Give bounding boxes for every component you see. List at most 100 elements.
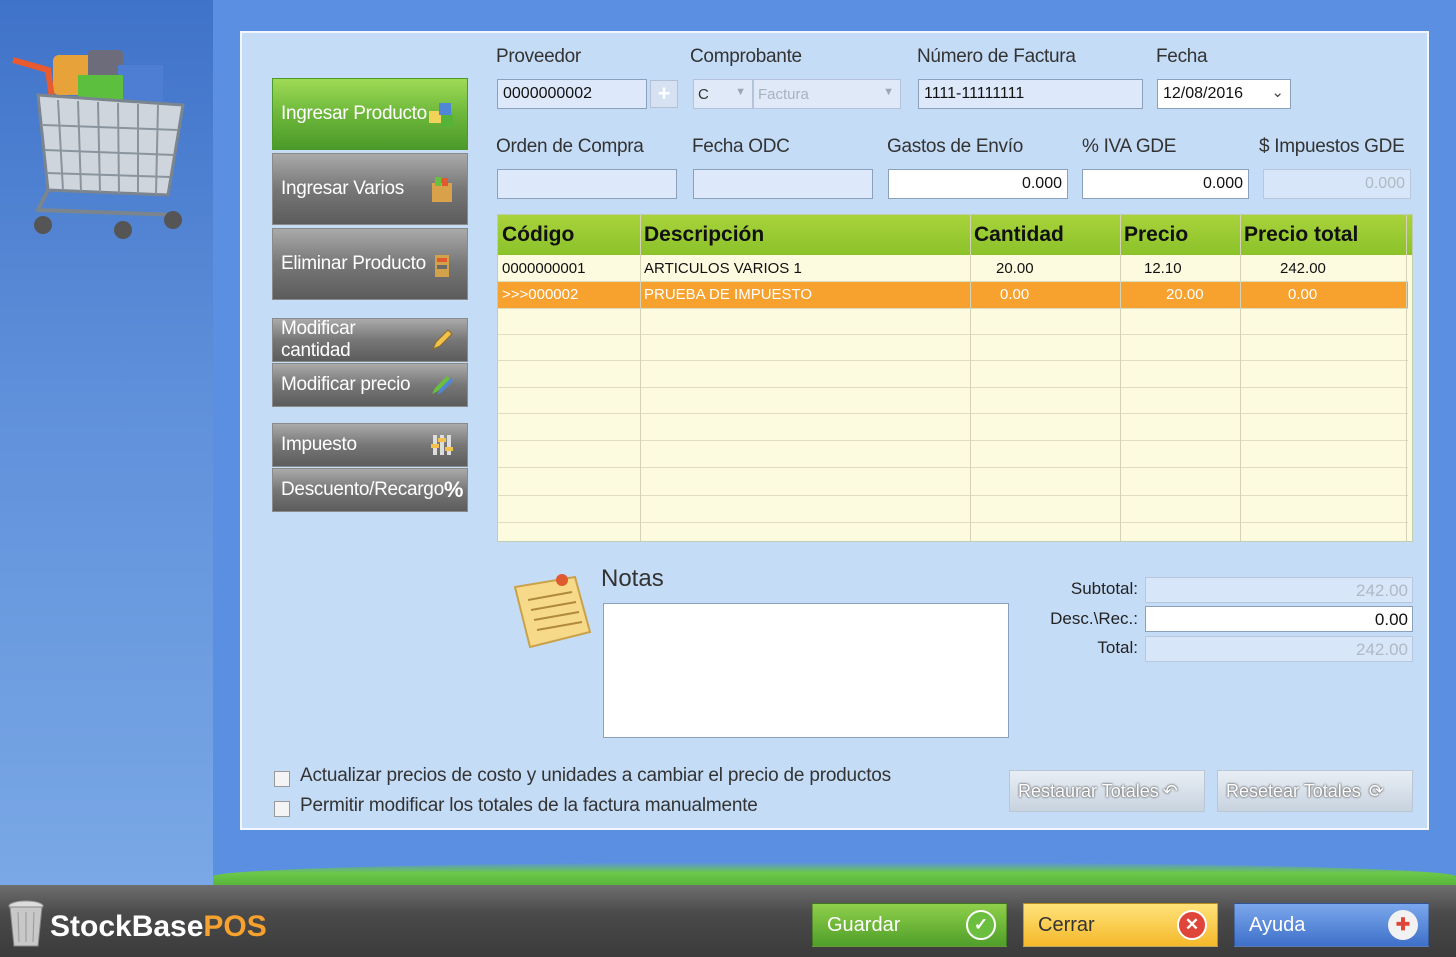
row-divider — [498, 467, 1408, 468]
total-label: Total: — [1097, 638, 1138, 657]
trash-can-logo-icon — [8, 900, 44, 947]
brand-suffix: POS — [203, 910, 267, 943]
modificar-cantidad-label: Modificar cantidad — [281, 318, 356, 361]
gastos-envio-label: Gastos de Envío — [887, 136, 1023, 157]
total-field: 242.00 — [1145, 636, 1413, 662]
desc-rec-field[interactable]: 0.00 — [1145, 606, 1413, 632]
comprobante-type-value: Factura — [758, 86, 809, 103]
row-divider — [498, 440, 1408, 441]
iva-gde-field[interactable]: 0.000 — [1082, 169, 1249, 199]
column-precio[interactable]: Precio — [1124, 223, 1188, 247]
comprobante-type-select[interactable]: Factura ▼ — [753, 79, 901, 109]
orden-compra-label: Orden de Compra — [496, 136, 644, 157]
orden-compra-field[interactable] — [497, 169, 677, 199]
descuento-recargo-label: Descuento/Recargo — [281, 479, 444, 500]
row-divider — [498, 360, 1408, 361]
comprobante-letter-value: C — [698, 86, 709, 103]
notas-title: Notas — [601, 565, 664, 592]
shopping-bag-icon — [427, 174, 457, 204]
grass-decoration — [213, 862, 1456, 886]
pencil-icon — [427, 325, 457, 355]
proveedor-label: Proveedor — [496, 46, 581, 67]
cell-cantidad: 0.00 — [1000, 286, 1030, 303]
note-pin-icon — [513, 574, 592, 649]
numero-factura-label: Número de Factura — [917, 46, 1076, 67]
comprobante-letter-select[interactable]: C ▼ — [693, 79, 753, 109]
column-descripcion[interactable]: Descripción — [644, 223, 764, 247]
permitir-modificar-checkbox[interactable] — [274, 801, 290, 817]
sliders-icon — [427, 430, 457, 460]
proveedor-field[interactable]: 0000000002 — [497, 79, 647, 109]
cell-total: 242.00 — [1280, 260, 1326, 277]
guardar-button[interactable]: Guardar ✓ — [812, 903, 1007, 947]
descuento-recargo-button[interactable]: Descuento/Recargo % — [272, 468, 468, 512]
fecha-value: 12/08/2016 — [1163, 85, 1244, 102]
resetear-totales-button[interactable]: Resetear Totales ⟳ — [1217, 770, 1413, 812]
ingresar-producto-label: Ingresar Producto — [281, 103, 427, 124]
ingresar-varios-label: Ingresar Varios — [281, 178, 404, 199]
fecha-picker[interactable]: 12/08/2016 ⌄ — [1157, 79, 1291, 109]
restaurar-totales-button[interactable]: Restaurar Totales ↶ — [1009, 770, 1205, 812]
plus-icon: + — [657, 81, 671, 106]
check-icon: ✓ — [966, 910, 996, 940]
column-cantidad[interactable]: Cantidad — [974, 223, 1064, 247]
modificar-precio-label: Modificar precio — [281, 374, 411, 395]
close-icon: ✕ — [1177, 910, 1207, 940]
comprobante-label: Comprobante — [690, 46, 802, 67]
percent-icon: % — [443, 477, 464, 502]
undo-arrow-icon: ↶ — [1162, 780, 1178, 801]
eliminar-producto-label: Eliminar Producto — [281, 253, 426, 274]
row-divider — [498, 281, 1408, 282]
actualizar-precios-checkbox[interactable] — [274, 771, 290, 787]
row-divider — [498, 387, 1408, 388]
table-row-selected[interactable]: >>>000002 PRUEBA DE IMPUESTO 0.00 20.00 … — [498, 281, 1408, 308]
cerrar-label: Cerrar — [1038, 913, 1095, 936]
chevron-down-icon: ▼ — [883, 86, 894, 98]
impuestos-gde-field: 0.000 — [1263, 169, 1411, 199]
column-codigo[interactable]: Código — [502, 223, 574, 247]
row-divider — [498, 308, 1408, 309]
add-proveedor-button[interactable]: + — [650, 80, 678, 108]
ingresar-producto-button[interactable]: Ingresar Producto — [272, 78, 468, 150]
modificar-cantidad-button[interactable]: Modificar cantidad — [272, 318, 468, 362]
chevron-down-icon: ⌄ — [1271, 84, 1284, 101]
refresh-icon: ⟳ — [1368, 780, 1384, 801]
column-divider — [1120, 215, 1121, 541]
impuestos-gde-label: $ Impuestos GDE — [1259, 136, 1405, 157]
table-row[interactable]: 0000000001 ARTICULOS VARIOS 1 20.00 12.1… — [498, 255, 1408, 282]
brand-name: StockBase — [50, 910, 204, 943]
cell-total: 0.00 — [1288, 286, 1318, 303]
chevron-down-icon: ▼ — [735, 86, 746, 98]
guardar-label: Guardar — [827, 913, 901, 936]
row-divider — [498, 334, 1408, 335]
resetear-totales-label: Resetear Totales — [1226, 780, 1361, 801]
column-precio-total[interactable]: Precio total — [1244, 223, 1358, 247]
ingresar-varios-button[interactable]: Ingresar Varios — [272, 153, 468, 225]
shopping-cart-icon — [12, 50, 185, 239]
help-lifebuoy-icon: ✚ — [1388, 910, 1418, 940]
cell-descripcion: PRUEBA DE IMPUESTO — [644, 286, 813, 303]
impuesto-button[interactable]: Impuesto — [272, 423, 468, 467]
column-divider — [1406, 215, 1407, 541]
eliminar-producto-button[interactable]: Eliminar Producto — [272, 228, 468, 300]
actualizar-precios-label: Actualizar precios de costo y unidades a… — [300, 765, 891, 786]
cell-precio: 12.10 — [1144, 260, 1182, 277]
restaurar-totales-label: Restaurar Totales — [1018, 780, 1159, 801]
pens-icon — [427, 370, 457, 400]
numero-factura-field[interactable]: 1111-11111111 — [918, 79, 1143, 109]
trash-icon — [427, 249, 457, 279]
notas-textarea[interactable] — [603, 603, 1009, 738]
impuesto-label: Impuesto — [281, 434, 357, 455]
fecha-label: Fecha — [1156, 46, 1208, 67]
column-divider — [1240, 215, 1241, 541]
brand-logo: StockBasePOS — [50, 910, 267, 944]
cell-codigo: 0000000001 — [502, 260, 586, 277]
subtotal-label: Subtotal: — [1070, 579, 1138, 598]
ayuda-button[interactable]: Ayuda ✚ — [1234, 903, 1429, 947]
gastos-envio-field[interactable]: 0.000 — [888, 169, 1068, 199]
modificar-precio-button[interactable]: Modificar precio — [272, 363, 468, 407]
fecha-odc-field[interactable] — [693, 169, 873, 199]
fecha-odc-label: Fecha ODC — [692, 136, 790, 157]
column-divider — [640, 215, 641, 541]
cerrar-button[interactable]: Cerrar ✕ — [1023, 903, 1218, 947]
